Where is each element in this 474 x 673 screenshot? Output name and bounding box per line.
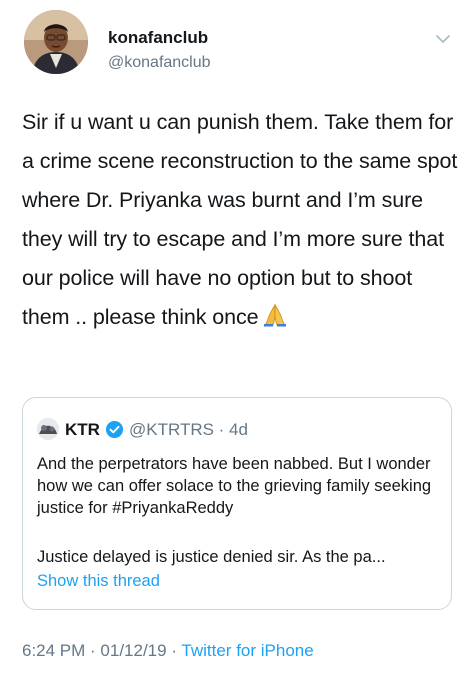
tweet-meta: 6:24 PM · 01/12/19 · Twitter for iPhone — [22, 641, 314, 661]
author-avatar-image — [24, 10, 88, 74]
quoted-author-handle: @KTRTRS · 4d — [129, 420, 248, 439]
quoted-tweet-reply-text: Justice delayed is justice denied sir. A… — [37, 548, 386, 566]
quoted-tweet-text: And the perpetrators have been nabbed. B… — [37, 455, 432, 517]
tweet-source-link[interactable]: Twitter for iPhone — [181, 641, 313, 660]
folded-hands-icon — [263, 303, 286, 327]
tweet-header: konafanclub @konafanclub — [24, 10, 454, 80]
show-thread-link[interactable]: Show this thread — [37, 572, 160, 591]
tweet-body: Sir if u want u can punish them. Take th… — [22, 103, 462, 337]
author-handle[interactable]: @konafanclub — [108, 54, 211, 72]
tweet-card: konafanclub @konafanclub Sir if u want u… — [0, 0, 474, 673]
author-avatar[interactable] — [24, 10, 88, 74]
quoted-tweet[interactable]: KTR @KTRTRS · 4d And the perpetrators ha… — [22, 397, 452, 610]
tweet-text: Sir if u want u can punish them. Take th… — [22, 110, 458, 329]
quoted-author-name: KTR — [65, 420, 100, 439]
quoted-author-avatar — [37, 418, 59, 440]
quoted-avatar-image — [37, 418, 59, 440]
author-display-name[interactable]: konafanclub — [108, 28, 208, 48]
tweet-timestamp[interactable]: 6:24 PM · 01/12/19 · — [22, 641, 181, 660]
verified-badge-icon — [105, 420, 124, 439]
chevron-down-icon[interactable] — [434, 30, 452, 48]
